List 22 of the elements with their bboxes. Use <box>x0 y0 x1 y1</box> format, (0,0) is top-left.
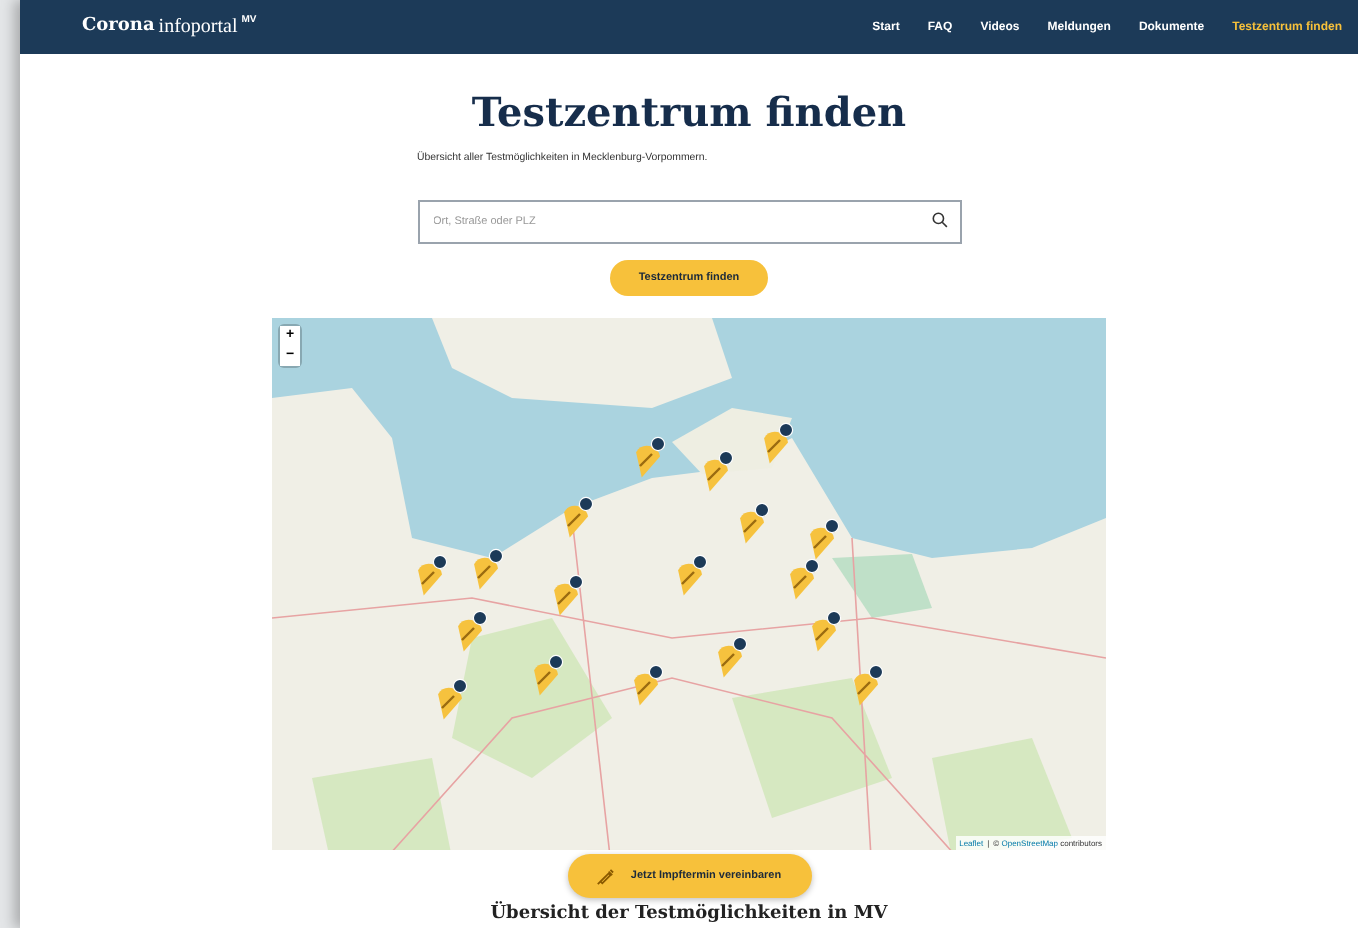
map-pin-icon[interactable] <box>764 422 794 464</box>
map-pin-icon[interactable] <box>718 636 748 678</box>
syringe-icon <box>596 867 615 885</box>
map-pin-icon[interactable] <box>534 654 564 696</box>
map-pin-icon[interactable] <box>634 664 664 706</box>
map-pin-icon[interactable] <box>740 502 770 544</box>
map-pin-icon[interactable] <box>704 450 734 492</box>
map-pin-icon[interactable] <box>554 574 584 616</box>
map-pin-icon[interactable] <box>564 496 594 538</box>
map-pin-icon[interactable] <box>678 554 708 596</box>
map-pin-icon[interactable] <box>854 664 884 706</box>
map-pin-icon[interactable] <box>636 436 666 478</box>
map-pin-icon[interactable] <box>418 554 448 596</box>
map-pin-icon[interactable] <box>812 610 842 652</box>
map-pin-icon[interactable] <box>790 558 820 600</box>
map-pin-icon[interactable] <box>474 548 504 590</box>
section-heading: Übersicht der Testmöglichkeiten in MV <box>490 904 888 926</box>
search-icon[interactable] <box>931 212 947 228</box>
page-title: Testzentrum finden <box>471 86 907 140</box>
map-pin-icon[interactable] <box>438 678 468 720</box>
map-pin-icon[interactable] <box>810 518 840 560</box>
map-pin-icon[interactable] <box>458 610 488 652</box>
